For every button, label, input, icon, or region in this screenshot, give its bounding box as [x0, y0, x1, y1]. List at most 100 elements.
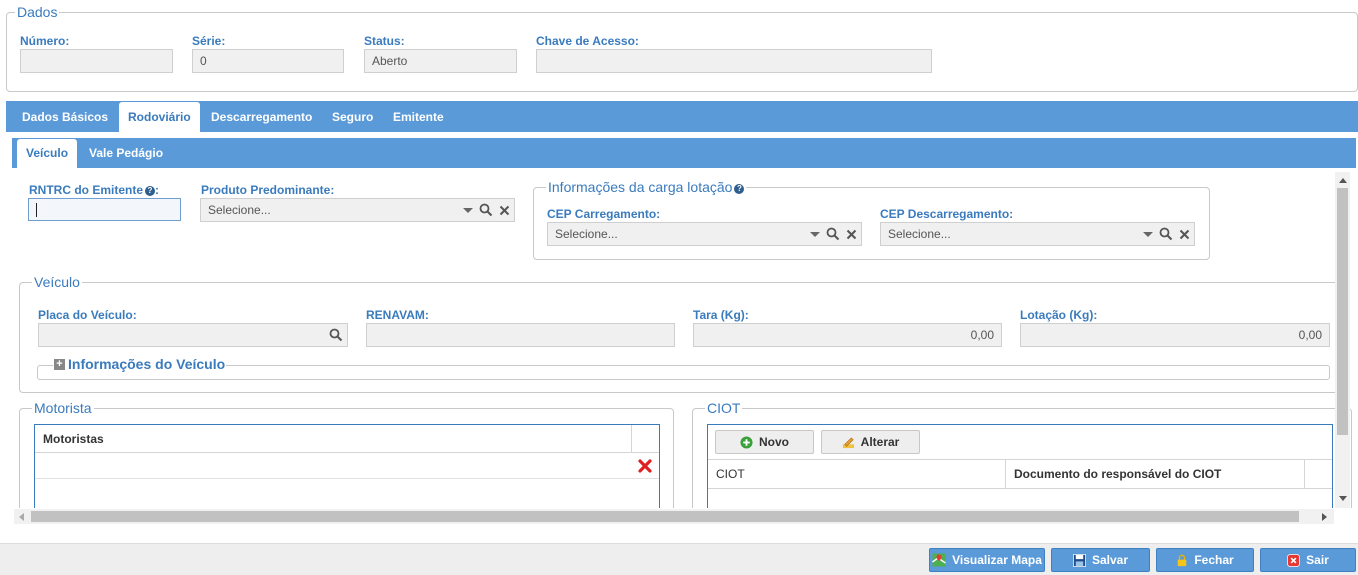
- status-label: Status:: [364, 34, 405, 48]
- cep-carregamento-label: CEP Carregamento:: [547, 207, 661, 221]
- close-icon[interactable]: [499, 205, 510, 216]
- visualizar-mapa-label: Visualizar Mapa: [952, 553, 1042, 567]
- produto-label: Produto Predominante:: [201, 183, 335, 197]
- salvar-label: Salvar: [1091, 553, 1129, 567]
- serie-label: Série:: [192, 34, 226, 48]
- ciot-legend: CIOT: [705, 400, 743, 416]
- content-area: RNTRC do Emitente?: Produto Predominante…: [12, 168, 1356, 508]
- dados-legend: Dados: [15, 4, 60, 20]
- tara-label: Tara (Kg):: [693, 308, 749, 322]
- placa-label: Placa do Veículo:: [38, 308, 137, 322]
- expand-plus-icon[interactable]: +: [54, 358, 65, 370]
- tab-veiculo[interactable]: Veículo: [17, 139, 78, 168]
- vertical-scroll-thumb[interactable]: [1337, 188, 1348, 435]
- info-veiculo-toggle[interactable]: + Informações do Veículo: [53, 356, 227, 372]
- tab-dados-basicos[interactable]: Dados Básicos: [22, 102, 108, 132]
- carga-lotacao-legend-text: Informações da carga lotação: [548, 179, 733, 195]
- map-icon: [932, 553, 946, 567]
- col-motoristas[interactable]: Motoristas: [35, 425, 632, 453]
- alterar-label: Alterar: [860, 435, 900, 449]
- sub-tab-bar: [12, 138, 1356, 168]
- tab-emitente[interactable]: Emitente: [393, 102, 444, 132]
- lotacao-label: Lotação (Kg):: [1020, 308, 1098, 322]
- search-icon[interactable]: [826, 227, 840, 241]
- motoristas-grid-header: Motoristas: [35, 425, 659, 453]
- rntrc-label-text: RNTRC do Emitente: [29, 183, 143, 197]
- chevron-down-icon[interactable]: [1143, 231, 1153, 237]
- text-cursor: [36, 203, 37, 217]
- help-icon[interactable]: ?: [145, 186, 155, 196]
- tara-input[interactable]: 0,00: [693, 323, 1002, 347]
- renavam-input[interactable]: [366, 323, 675, 347]
- delete-icon[interactable]: [638, 459, 652, 473]
- cep-descarregamento-select[interactable]: Selecione...: [880, 222, 1195, 246]
- rntrc-input[interactable]: [28, 198, 181, 221]
- numero-input[interactable]: [20, 49, 173, 73]
- chave-acesso-label: Chave de Acesso:: [536, 34, 639, 48]
- close-icon[interactable]: [846, 229, 857, 240]
- sair-button[interactable]: Sair: [1260, 548, 1356, 572]
- renavam-label: RENAVAM:: [366, 308, 429, 322]
- cep-descarregamento-label: CEP Descarregamento:: [880, 207, 1014, 221]
- scroll-left-icon[interactable]: [19, 513, 24, 521]
- save-icon: [1073, 553, 1086, 567]
- col-ciot-actions: [1305, 460, 1332, 489]
- search-icon[interactable]: [479, 203, 493, 217]
- tab-rodoviario[interactable]: Rodoviário: [119, 102, 200, 132]
- horizontal-scrollbar[interactable]: [14, 509, 1334, 524]
- chevron-down-icon[interactable]: [463, 207, 473, 213]
- novo-label: Novo: [759, 435, 789, 449]
- tab-descarregamento[interactable]: Descarregamento: [211, 102, 312, 132]
- ciot-grid: Novo Alterar CIOT Documento do responsáv…: [707, 424, 1333, 508]
- status-input[interactable]: Aberto: [364, 49, 517, 73]
- motorista-legend: Motorista: [32, 400, 94, 416]
- alterar-button[interactable]: Alterar: [821, 430, 920, 454]
- vertical-scrollbar[interactable]: [1335, 172, 1350, 508]
- chave-acesso-input[interactable]: [536, 49, 932, 73]
- exit-icon: [1287, 553, 1301, 567]
- numero-label: Número:: [20, 34, 70, 48]
- col-actions: [632, 425, 659, 453]
- carga-lotacao-legend: Informações da carga lotação?: [546, 179, 747, 195]
- add-icon: [740, 435, 753, 449]
- salvar-button[interactable]: Salvar: [1051, 548, 1150, 572]
- produto-select[interactable]: Selecione...: [200, 198, 515, 222]
- chevron-down-icon[interactable]: [810, 231, 820, 237]
- main-tab-bar: [6, 101, 1358, 132]
- visualizar-mapa-button[interactable]: Visualizar Mapa: [929, 548, 1045, 572]
- novo-button[interactable]: Novo: [715, 430, 814, 454]
- scroll-down-icon[interactable]: [1339, 496, 1347, 501]
- search-icon[interactable]: [1159, 227, 1173, 241]
- fechar-button[interactable]: Fechar: [1156, 548, 1254, 572]
- info-veiculo-section: [37, 365, 1330, 380]
- rntrc-label-suffix: :: [155, 183, 159, 197]
- help-icon[interactable]: ?: [734, 184, 745, 194]
- cep-carregamento-select[interactable]: Selecione...: [547, 222, 862, 246]
- info-veiculo-legend: Informações do Veículo: [68, 356, 226, 372]
- horizontal-scroll-thumb[interactable]: [31, 511, 1299, 522]
- tab-seguro[interactable]: Seguro: [332, 102, 373, 132]
- produto-placeholder: Selecione...: [208, 203, 271, 217]
- lotacao-input[interactable]: 0,00: [1020, 323, 1330, 347]
- table-row[interactable]: [35, 453, 659, 479]
- col-documento-responsavel[interactable]: Documento do responsável do CIOT: [1006, 460, 1305, 489]
- search-icon[interactable]: [329, 328, 343, 342]
- scroll-up-icon[interactable]: [1339, 178, 1347, 183]
- lock-icon: [1178, 554, 1187, 566]
- footer-bar: [0, 543, 1358, 575]
- placa-input[interactable]: [38, 323, 348, 347]
- cep-carregamento-placeholder: Selecione...: [555, 227, 618, 241]
- edit-pencil-icon: [842, 436, 854, 448]
- serie-input[interactable]: 0: [192, 49, 344, 73]
- cep-descarregamento-placeholder: Selecione...: [888, 227, 951, 241]
- close-icon[interactable]: [1179, 229, 1190, 240]
- scroll-right-icon[interactable]: [1322, 513, 1327, 521]
- col-ciot[interactable]: CIOT: [708, 460, 1006, 489]
- sair-label: Sair: [1306, 553, 1329, 567]
- veiculo-legend: Veículo: [32, 274, 82, 290]
- motoristas-grid: Motoristas: [34, 424, 660, 508]
- ciot-grid-header: CIOT Documento do responsável do CIOT: [708, 459, 1332, 489]
- rntrc-label: RNTRC do Emitente?:: [29, 183, 159, 197]
- fechar-label: Fechar: [1194, 553, 1234, 567]
- tab-vale-pedagio[interactable]: Vale Pedágio: [89, 139, 163, 168]
